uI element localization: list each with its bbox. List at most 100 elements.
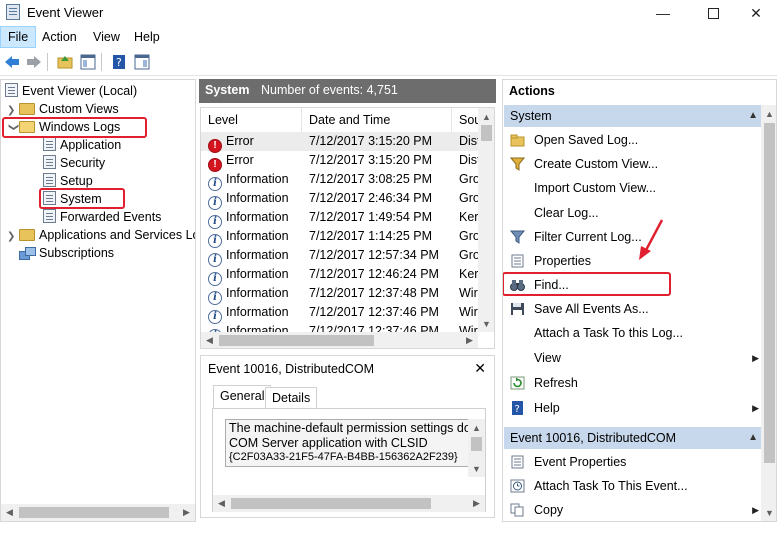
scroll-thumb[interactable] [219,335,374,346]
event-date: 7/12/2017 12:37:48 PM [309,286,439,300]
scroll-thumb[interactable] [471,437,482,451]
event-row[interactable]: i Information 7/12/2017 1:49:54 PM Ker [201,208,479,229]
event-description[interactable]: The machine-default permission settings … [225,419,480,467]
scroll-thumb[interactable] [764,123,775,463]
column-header-date[interactable]: Date and Time [302,108,452,132]
minimize-button[interactable]: — [640,0,686,26]
tree-item-application[interactable]: Application [43,136,121,154]
event-level-text: Information [226,305,289,319]
folder-icon [19,229,35,241]
action-event-properties[interactable]: Event Properties [507,452,763,472]
scroll-left-icon[interactable]: ◀ [213,495,230,512]
scroll-down-icon[interactable]: ▼ [478,315,494,332]
action-import-custom-view[interactable]: Import Custom View... [507,178,763,198]
column-header-source[interactable]: Sou [452,108,481,132]
scroll-right-icon[interactable]: ▶ [468,495,485,512]
actions-vertical-scrollbar[interactable]: ▲ ▼ [761,105,776,521]
scroll-right-icon[interactable]: ▶ [461,332,478,348]
scroll-left-icon[interactable]: ◀ [1,504,18,521]
tree-item-subscriptions[interactable]: Subscriptions [19,244,114,262]
event-level: ! Error [208,151,254,172]
collapse-caret-icon[interactable]: ▲ [748,432,758,443]
scroll-up-icon[interactable]: ▲ [761,105,776,122]
event-date: 7/12/2017 2:46:34 PM [309,191,433,205]
actions-section-event[interactable]: Event 10016, DistributedCOM ▲ [504,427,764,449]
event-row[interactable]: i Information 7/12/2017 12:46:24 PM Ker [201,265,479,286]
scroll-thumb[interactable] [481,125,492,141]
scroll-right-icon[interactable]: ▶ [178,504,195,521]
maximize-button[interactable] [690,0,736,26]
action-copy[interactable]: Copy ▶ [507,500,763,520]
tree-item-forwarded-events[interactable]: Forwarded Events [43,208,161,226]
events-horizontal-scrollbar[interactable]: ◀ ▶ [201,332,478,348]
event-date: 7/12/2017 12:57:34 PM [309,248,439,262]
scroll-down-icon[interactable]: ▼ [761,504,776,521]
event-level-text: Error [226,153,254,167]
scroll-thumb[interactable] [231,498,431,509]
close-button[interactable]: ✕ [735,0,777,26]
event-row[interactable]: i Information 7/12/2017 1:14:25 PM Gro [201,227,480,248]
title-bar: Event Viewer — ✕ [0,0,777,26]
event-level: iInformation [208,265,289,286]
event-row[interactable]: i Information 7/12/2017 2:46:34 PM Gro [201,189,480,210]
console-tree-icon [80,54,96,70]
action-view[interactable]: View ▶ [507,348,763,368]
collapse-caret-icon[interactable]: ▲ [748,110,758,121]
event-row[interactable]: iInformation7/12/2017 12:37:46 PMWir [201,303,479,324]
event-level: iInformation [208,189,289,210]
description-vertical-scrollbar[interactable]: ▲ ▼ [468,419,485,477]
event-level-text: Information [226,267,289,281]
tab-details[interactable]: Details [265,387,318,409]
help-button[interactable]: ? [110,53,128,71]
forward-button[interactable] [25,53,43,71]
event-level-text: Information [226,229,289,243]
tree-item-applications-services[interactable]: ❯ Applications and Services Lo [7,226,195,246]
menu-help[interactable]: Help [127,26,167,48]
tree-item-custom-views[interactable]: ❯ Custom Views [7,100,119,118]
event-row[interactable]: i Information 7/12/2017 12:37:48 PM Wir [201,284,479,305]
toolbar: ? [0,48,777,76]
action-open-saved-log[interactable]: Open Saved Log... [507,130,763,150]
column-header-level[interactable]: Level [201,108,302,132]
events-vertical-scrollbar[interactable]: ▲ ▼ [478,108,494,332]
action-refresh[interactable]: Refresh [507,373,763,393]
svg-text:?: ? [116,56,122,69]
tree-item-security[interactable]: Security [43,154,105,172]
action-save-all-events[interactable]: Save All Events As... [507,299,763,319]
filter-icon [510,230,525,244]
task-clock-icon [510,479,525,493]
event-row[interactable]: i Information 7/12/2017 3:08:25 PM Gro [201,170,480,191]
scroll-up-icon[interactable]: ▲ [478,108,494,125]
menu-file[interactable]: File [0,26,37,48]
up-folder-button[interactable] [56,53,74,71]
close-detail-icon[interactable]: ✕ [474,360,486,377]
tab-general[interactable]: General [213,385,272,409]
event-row[interactable]: ! Error 7/12/2017 3:15:20 PM Dist [201,151,481,172]
event-row[interactable]: ! Error 7/12/2017 3:15:20 PM Dist [201,132,481,153]
highlight-box-system [39,188,125,209]
tree-item-root[interactable]: Event Viewer (Local) [5,82,137,100]
scroll-left-icon[interactable]: ◀ [201,332,218,348]
event-row[interactable]: i Information 7/12/2017 12:57:34 PM Gro [201,246,480,267]
action-attach-task-to-log[interactable]: Attach a Task To this Log... [507,323,763,343]
menu-action[interactable]: Action [35,26,84,48]
action-create-custom-view[interactable]: Create Custom View... [507,154,763,174]
scroll-up-icon[interactable]: ▲ [468,419,485,436]
scroll-down-icon[interactable]: ▼ [468,460,485,477]
subscriptions-icon [19,246,36,260]
chevron-right-icon[interactable]: ❯ [7,228,19,246]
open-folder-icon [510,134,525,147]
menu-view[interactable]: View [86,26,127,48]
event-level-text: Information [226,210,289,224]
show-hide-action-pane-button[interactable] [133,53,151,71]
action-attach-task-to-event[interactable]: Attach Task To This Event... [507,476,763,496]
tree-horizontal-scrollbar[interactable]: ◀ ▶ [1,504,195,521]
back-button[interactable] [3,53,21,71]
actions-section-system[interactable]: System ▲ [504,105,764,127]
action-help[interactable]: ? Help ▶ [507,398,763,418]
folder-icon [19,103,35,115]
toolbar-separator [101,53,102,71]
scroll-thumb[interactable] [19,507,169,518]
show-hide-tree-button[interactable] [79,53,97,71]
description-horizontal-scrollbar[interactable]: ◀ ▶ [213,495,485,512]
